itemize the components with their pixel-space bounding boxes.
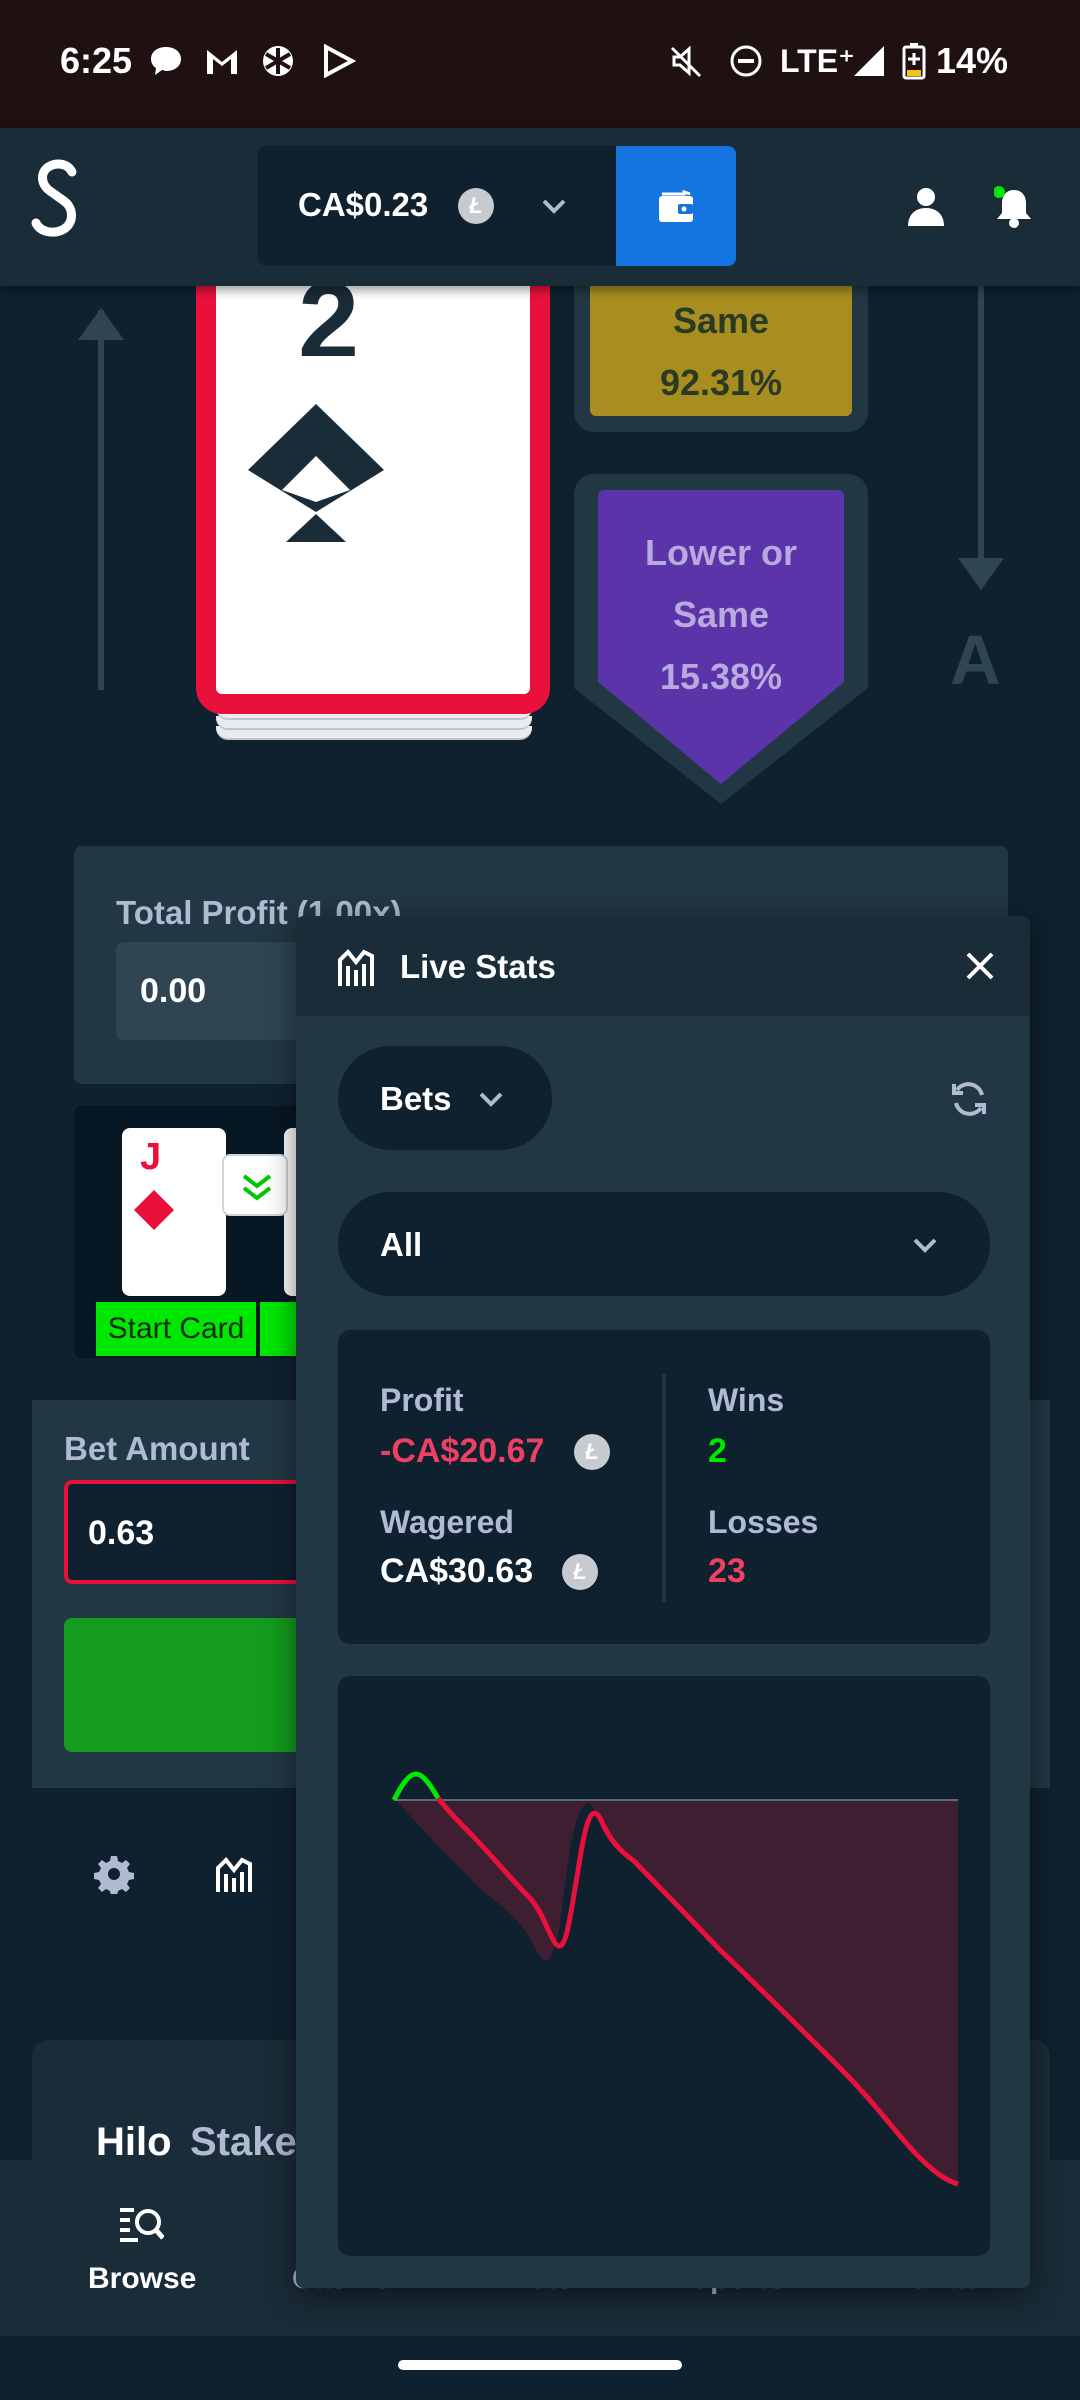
chevron-down-icon — [542, 199, 566, 214]
battery-percent: 14% — [936, 40, 1009, 81]
bet-amount-value: 0.63 — [88, 1514, 155, 1552]
lower-button-probability: 15.38% — [659, 656, 783, 697]
stats-type-select[interactable]: Bets — [338, 1046, 552, 1150]
rank-label-low: A — [950, 621, 1001, 699]
live-stats-modal: Live Stats Bets All Profit -CA$20.67 Ł W… — [296, 916, 1030, 2288]
mute-icon — [670, 45, 702, 78]
higher-or-same-button-frame: Same 92.31% — [574, 286, 868, 432]
live-stats-header[interactable]: Live Stats — [296, 916, 1030, 1016]
start-card-label: Start Card — [96, 1302, 256, 1356]
start-card: J — [122, 1128, 226, 1296]
game-title: Hilo — [96, 2120, 172, 2164]
spade-suit-icon — [248, 404, 384, 542]
refresh-icon[interactable] — [950, 1080, 988, 1118]
home-gesture-handle[interactable] — [398, 2360, 682, 2370]
user-icon[interactable] — [906, 186, 946, 226]
gmail-notification-icon — [207, 50, 237, 74]
profit-chart — [338, 1676, 990, 2256]
app-notification-icon — [263, 46, 293, 76]
profit-chart-positive-line — [391, 1771, 441, 1802]
status-bar: 6:25 LTE⁺ 14% — [0, 0, 1080, 128]
stats-filter-select[interactable]: All — [338, 1192, 990, 1296]
balance-amount: CA$0.23 — [298, 186, 429, 223]
summary-divider — [662, 1374, 666, 1602]
live-stats-icon[interactable] — [214, 1854, 254, 1894]
start-card-rank: J — [140, 1136, 162, 1178]
higher-button-probability: 92.31% — [659, 362, 783, 403]
profit-value: -CA$20.67 — [380, 1432, 545, 1470]
profit-label: Profit — [380, 1382, 464, 1418]
notifications-bell-icon[interactable] — [994, 186, 1034, 228]
history-card-label — [260, 1302, 300, 1356]
double-chevron-down-icon — [242, 1174, 272, 1201]
live-stats-icon — [338, 949, 374, 986]
losses-label: Losses — [708, 1504, 819, 1540]
wallet-icon — [659, 189, 693, 222]
chat-notification-icon — [151, 47, 181, 75]
higher-or-same-button[interactable]: Same 92.31% — [590, 286, 852, 416]
signal-icon — [854, 46, 884, 76]
arrow-up-icon — [78, 308, 124, 340]
stats-filter-value: All — [380, 1226, 423, 1263]
wagered-label: Wagered — [380, 1504, 514, 1540]
lower-or-same-button[interactable]: Lower or Same 15.38% — [574, 474, 868, 804]
arrow-down-icon — [958, 558, 1004, 590]
high-arrow-line — [98, 310, 104, 690]
stats-summary: Profit -CA$20.67 Ł Wagered CA$30.63 Ł Wi… — [338, 1330, 990, 1644]
wins-label: Wins — [708, 1382, 785, 1418]
stats-type-value: Bets — [380, 1080, 452, 1117]
stake-logo-icon[interactable] — [28, 158, 84, 248]
bet-amount-label: Bet Amount — [64, 1430, 250, 1467]
chevron-down-icon — [479, 1092, 503, 1107]
wallet-button[interactable] — [616, 146, 736, 266]
lower-button-label-2: Same — [672, 594, 770, 635]
settings-gear-icon[interactable] — [94, 1854, 134, 1894]
wagered-value: CA$30.63 — [380, 1552, 534, 1590]
lower-button-label-1: Lower or — [644, 532, 797, 573]
close-icon[interactable] — [964, 950, 996, 982]
losses-value: 23 — [708, 1552, 746, 1590]
diamond-suit-icon — [134, 1190, 174, 1230]
litecoin-icon: Ł — [458, 188, 494, 224]
game-provider[interactable]: Stake — [190, 2120, 297, 2165]
status-time: 6:25 — [60, 40, 133, 81]
current-card: 2 — [196, 286, 550, 714]
app-header: CA$0.23 Ł — [0, 128, 1080, 286]
total-profit-value: 0.00 — [140, 972, 207, 1010]
litecoin-icon: Ł — [574, 1434, 610, 1470]
chevron-down-icon — [913, 1238, 937, 1253]
browse-search-icon — [120, 2208, 164, 2242]
balance-selector[interactable]: CA$0.23 Ł — [258, 146, 616, 266]
play-store-notification-icon — [324, 44, 356, 78]
profit-chart-negative-area — [396, 1800, 958, 2184]
profit-chart-svg — [391, 1771, 959, 2187]
low-arrow-line — [978, 286, 984, 572]
battery-icon — [902, 43, 926, 80]
wins-value: 2 — [708, 1432, 727, 1470]
network-type: LTE⁺ — [780, 43, 855, 79]
litecoin-icon: Ł — [562, 1554, 598, 1590]
nav-browse[interactable]: Browse — [88, 2262, 196, 2296]
live-stats-title: Live Stats — [400, 948, 556, 985]
skip-indicator — [222, 1154, 288, 1216]
gesture-bar — [0, 2336, 1080, 2400]
higher-button-label: Same — [672, 300, 770, 341]
current-card-rank: 2 — [298, 286, 360, 356]
do-not-disturb-icon — [730, 45, 762, 77]
